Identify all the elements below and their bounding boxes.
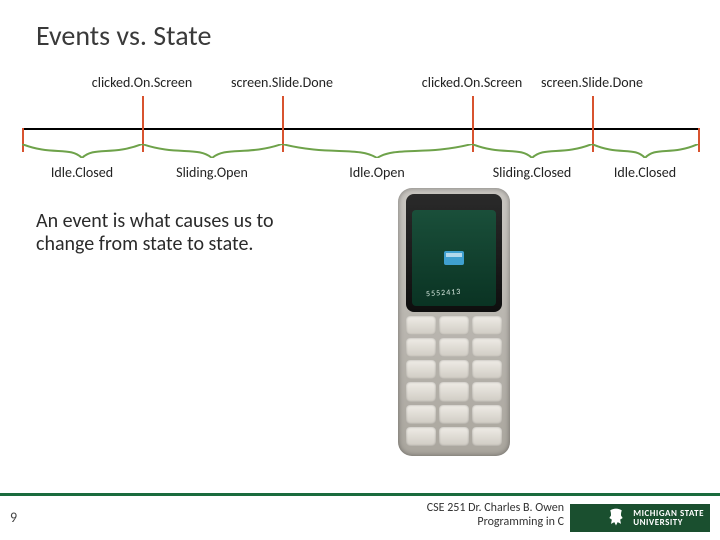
event-tick — [142, 96, 144, 130]
slide-title: Events vs. State — [36, 18, 211, 53]
course-line-2: Programming in C — [427, 516, 564, 530]
state-label: Sliding.Open — [176, 164, 248, 181]
state-brace — [472, 144, 592, 158]
phone-screen-digits: 5552413 — [426, 287, 462, 299]
course-line-1: CSE 251 Dr. Charles B. Owen — [427, 502, 564, 516]
footer-rule — [0, 493, 720, 496]
spartan-helmet-icon — [605, 508, 627, 528]
message-icon — [444, 251, 464, 265]
event-tick — [282, 96, 284, 130]
caption-text: An event is what causes us to change fro… — [36, 210, 336, 256]
course-credit: CSE 251 Dr. Charles B. Owen Programming … — [427, 502, 564, 530]
state-label: Sliding.Closed — [493, 164, 572, 181]
state-brace — [592, 144, 698, 158]
event-label: clicked.On.Screen — [422, 74, 522, 91]
state-label: Idle.Open — [349, 164, 404, 181]
msu-logo: MICHIGAN STATE UNIVERSITY — [570, 504, 710, 532]
event-tick — [472, 96, 474, 130]
phone-illustration: 5552413 — [398, 188, 510, 456]
state-label: Idle.Closed — [614, 164, 676, 181]
event-label: screen.Slide.Done — [541, 74, 643, 91]
state-label: Idle.Closed — [51, 164, 113, 181]
state-boundary-tick — [698, 128, 700, 152]
logo-line-2: UNIVERSITY — [633, 518, 704, 527]
event-tick — [592, 96, 594, 130]
timeline: clicked.On.Screenscreen.Slide.Doneclicke… — [22, 96, 698, 196]
state-brace — [22, 144, 142, 158]
state-brace — [142, 144, 282, 158]
event-label: clicked.On.Screen — [92, 74, 192, 91]
phone-keypad — [406, 316, 502, 446]
event-label: screen.Slide.Done — [231, 74, 333, 91]
timeline-axis — [22, 128, 698, 130]
page-number: 9 — [10, 509, 17, 526]
state-brace — [282, 144, 472, 158]
